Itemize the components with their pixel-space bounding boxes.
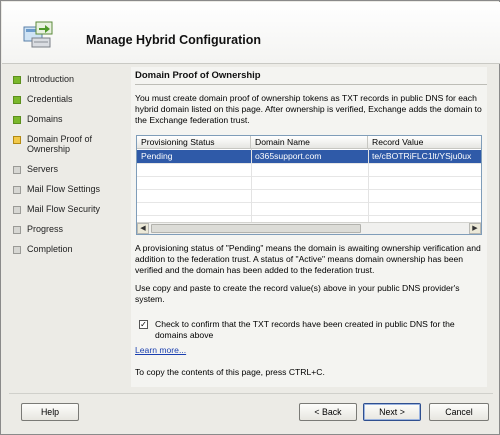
scroll-left-icon[interactable]: ◀	[137, 223, 149, 234]
step-label: Domains	[27, 114, 63, 124]
step-servers: Servers	[13, 163, 125, 183]
back-button[interactable]: < Back	[299, 403, 357, 421]
cancel-button[interactable]: Cancel	[429, 403, 489, 421]
copy-instructions: Use copy and paste to create the record …	[135, 283, 460, 304]
step-pending-icon	[13, 186, 21, 194]
step-complete-icon	[13, 116, 21, 124]
grid-line	[137, 189, 481, 190]
horizontal-scrollbar[interactable]: ◀ ▶	[137, 222, 481, 234]
step-pending-icon	[13, 206, 21, 214]
cell-status: Pending	[141, 151, 173, 161]
step-introduction: Introduction	[13, 73, 125, 93]
cell-domain: o365support.com	[255, 151, 322, 161]
table-row[interactable]: Pending o365support.com te/cBOTRiFLC1lt/…	[137, 150, 481, 163]
step-label: Mail Flow Security	[27, 204, 101, 214]
step-label: Completion	[27, 244, 73, 254]
section-title: Domain Proof of Ownership	[135, 69, 487, 85]
confirm-label[interactable]: Check to confirm that the TXT records ha…	[155, 319, 475, 341]
grid-line	[251, 149, 252, 223]
step-domains: Domains	[13, 113, 125, 133]
step-mail-flow-settings: Mail Flow Settings	[13, 183, 125, 203]
exchange-hybrid-icon	[23, 21, 53, 48]
step-label: Progress	[27, 224, 64, 234]
step-progress: Progress	[13, 223, 125, 243]
step-label: Mail Flow Settings	[27, 184, 101, 194]
learn-more-link[interactable]: Learn more...	[135, 345, 186, 355]
grid-line	[137, 176, 481, 177]
domain-records-table[interactable]: Provisioning Status Domain Name Record V…	[136, 135, 482, 235]
step-current-icon	[13, 136, 21, 144]
column-header-status[interactable]: Provisioning Status	[137, 136, 251, 149]
step-label: Introduction	[27, 74, 75, 84]
grid-line	[137, 202, 481, 203]
confirm-checkbox[interactable]: ✓	[139, 320, 148, 329]
step-domain-proof: Domain Proof of Ownership	[13, 133, 125, 159]
grid-line	[368, 149, 369, 223]
column-header-domain[interactable]: Domain Name	[251, 136, 368, 149]
grid-line	[137, 163, 481, 164]
step-mail-flow-security: Mail Flow Security	[13, 203, 125, 223]
step-complete-icon	[13, 96, 21, 104]
step-pending-icon	[13, 246, 21, 254]
step-pending-icon	[13, 166, 21, 174]
step-pending-icon	[13, 226, 21, 234]
scroll-thumb[interactable]	[151, 224, 361, 233]
step-label: Servers	[27, 164, 59, 174]
grid-line	[137, 215, 481, 216]
page-title: Manage Hybrid Configuration	[86, 33, 261, 47]
step-label: Domain Proof of Ownership	[27, 134, 93, 154]
next-button[interactable]: Next >	[363, 403, 421, 421]
wizard-steps: Introduction Credentials Domains Domain …	[9, 71, 125, 391]
wizard-header: Manage Hybrid Configuration	[2, 2, 500, 64]
scroll-right-icon[interactable]: ▶	[469, 223, 481, 234]
step-credentials: Credentials	[13, 93, 125, 113]
step-complete-icon	[13, 76, 21, 84]
step-label: Credentials	[27, 94, 73, 104]
table-header: Provisioning Status Domain Name Record V…	[137, 136, 481, 149]
cell-record-value: te/cBOTRiFLC1lt/YSju0ux	[372, 151, 472, 161]
status-explanation: A provisioning status of "Pending" means…	[135, 243, 481, 275]
step-completion: Completion	[13, 243, 125, 263]
wizard-window: Manage Hybrid Configuration Introduction…	[0, 0, 500, 435]
copy-hint: To copy the contents of this page, press…	[135, 367, 325, 377]
column-header-record-value[interactable]: Record Value	[368, 136, 481, 149]
footer-divider	[9, 393, 493, 394]
intro-text: You must create domain proof of ownershi…	[135, 93, 482, 125]
help-button[interactable]: Help	[21, 403, 79, 421]
content-panel: Domain Proof of Ownership You must creat…	[131, 67, 487, 387]
